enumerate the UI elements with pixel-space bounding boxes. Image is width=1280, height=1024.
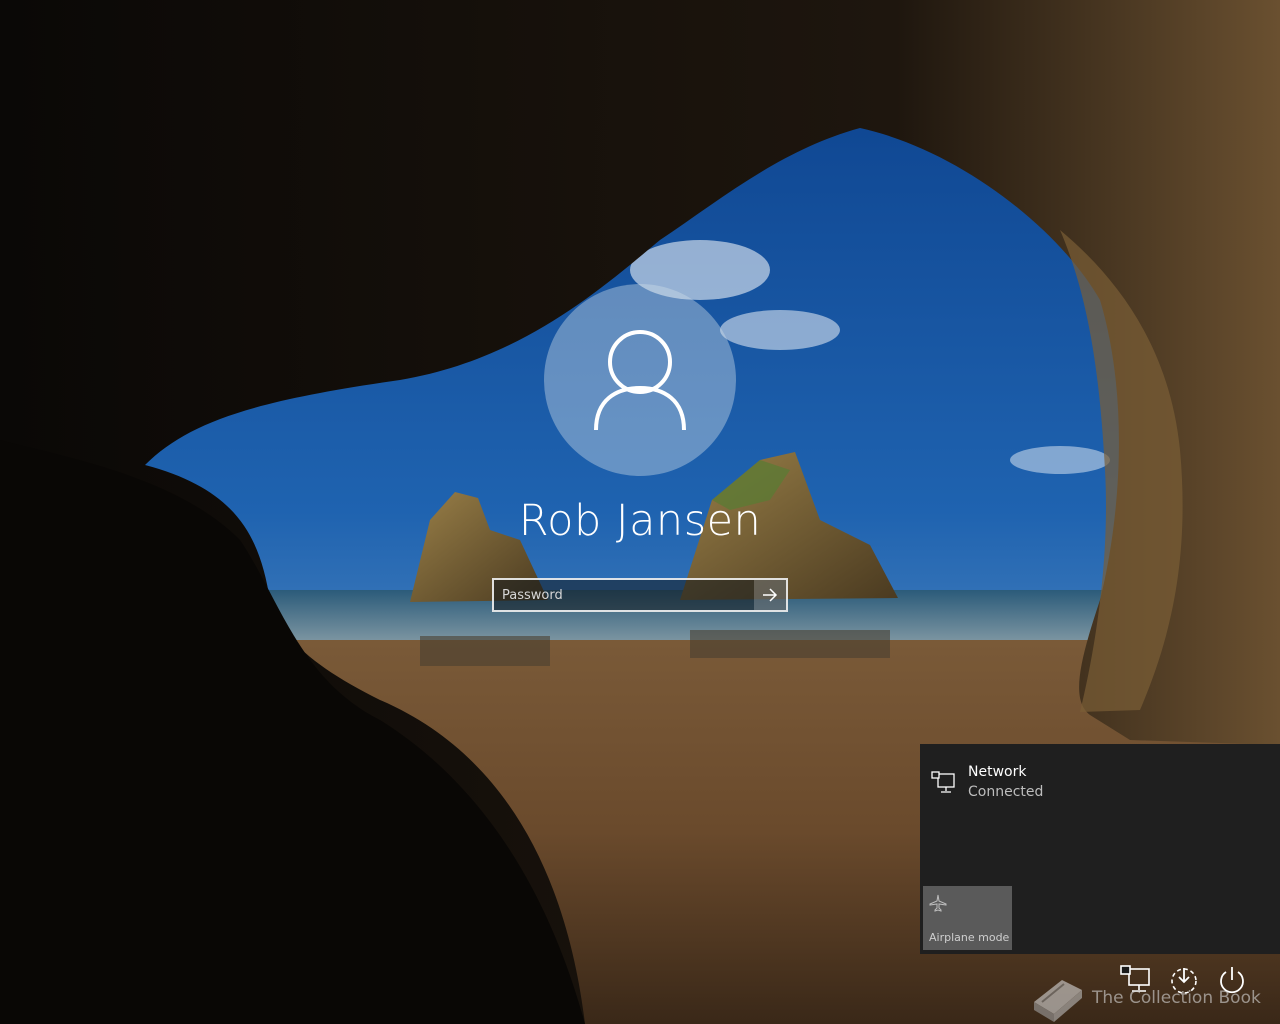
password-input[interactable] bbox=[494, 580, 754, 610]
airplane-mode-toggle[interactable]: Airplane mode bbox=[923, 886, 1012, 950]
network-name: Network bbox=[968, 764, 1027, 780]
user-name: Rob Jansen bbox=[518, 496, 762, 546]
password-field bbox=[492, 578, 788, 612]
book-icon bbox=[1034, 980, 1082, 1022]
user-silhouette-icon bbox=[594, 330, 686, 431]
watermark-text: The Collection Book bbox=[1092, 988, 1261, 1008]
network-status: Connected bbox=[968, 784, 1044, 800]
lock-screen: Rob Jansen Network Connected Airplane mo… bbox=[0, 0, 1280, 1024]
arrow-right-icon bbox=[763, 588, 778, 602]
airplane-icon bbox=[929, 894, 947, 912]
user-avatar bbox=[544, 284, 736, 476]
watermark: The Collection Book bbox=[1028, 972, 1268, 1024]
network-item[interactable]: Network Connected bbox=[930, 762, 1260, 802]
submit-button[interactable] bbox=[754, 580, 786, 610]
wired-network-icon bbox=[931, 771, 955, 793]
airplane-mode-label: Airplane mode bbox=[929, 931, 1010, 944]
network-flyout: Network Connected Airplane mode bbox=[920, 744, 1280, 954]
